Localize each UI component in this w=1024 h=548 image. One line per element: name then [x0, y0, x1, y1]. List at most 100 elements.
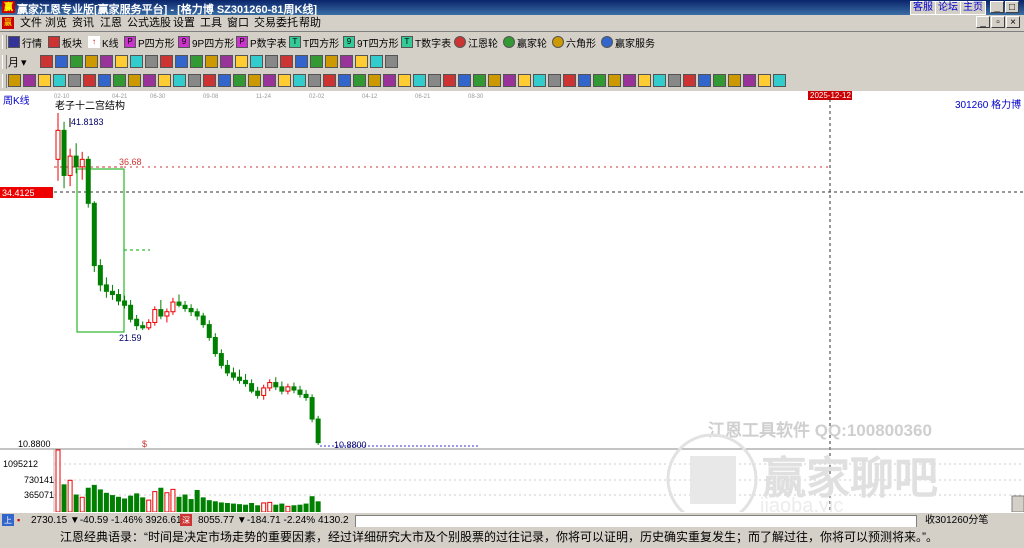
menu-info[interactable]: 资讯 — [72, 16, 94, 30]
index2-icon[interactable]: 深 — [180, 514, 192, 526]
mdi-close-button[interactable]: × — [1006, 16, 1020, 28]
drawing-tool-icon[interactable] — [368, 74, 381, 87]
drawing-tool-icon[interactable] — [728, 74, 741, 87]
period-tool-icon[interactable] — [160, 55, 173, 68]
period-tool-icon[interactable] — [265, 55, 278, 68]
menu-window[interactable]: 窗口 — [227, 16, 249, 30]
drawing-tool-icon[interactable] — [323, 74, 336, 87]
mdi-minimize-button[interactable]: _ — [976, 16, 990, 28]
drawing-tool-icon[interactable] — [713, 74, 726, 87]
period-tool-icon[interactable] — [280, 55, 293, 68]
drawing-tool-icon[interactable] — [503, 74, 516, 87]
drawing-tool-icon[interactable] — [698, 74, 711, 87]
kline-chart[interactable]: 02-10 04-21 06-30 09-08 11-24 02-02 04-12 06-21… — [0, 91, 1024, 525]
drawing-tool-icon[interactable] — [428, 74, 441, 87]
drawing-tool-icon[interactable] — [413, 74, 426, 87]
maximize-button[interactable]: □ — [1005, 1, 1019, 13]
menu-trading[interactable]: 交易委托 — [254, 16, 298, 30]
drawing-tool-icon[interactable] — [308, 74, 321, 87]
period-tool-icon[interactable] — [145, 55, 158, 68]
toolbar-gann-wheel-button[interactable]: 江恩轮 — [454, 35, 498, 50]
drawing-tool-icon[interactable] — [593, 74, 606, 87]
drawing-tool-icon[interactable] — [473, 74, 486, 87]
menu-help[interactable]: 帮助 — [299, 16, 321, 30]
menu-tools[interactable]: 工具 — [200, 16, 222, 30]
toolbar-winner-wheel-button[interactable]: 赢家轮 — [503, 35, 547, 50]
drawing-tool-icon[interactable] — [98, 74, 111, 87]
period-tool-icon[interactable] — [355, 55, 368, 68]
drawing-tool-icon[interactable] — [233, 74, 246, 87]
menu-file[interactable]: 文件 — [20, 16, 42, 30]
period-tool-icon[interactable] — [310, 55, 323, 68]
mdi-restore-button[interactable]: ▫ — [991, 16, 1005, 28]
chart-scroll-button[interactable] — [1011, 495, 1024, 513]
index1-quote[interactable]: 2730.15 ▼-40.59 -1.46% 3926.61亿 — [31, 514, 192, 527]
drawing-tool-icon[interactable] — [488, 74, 501, 87]
drawing-tool-icon[interactable] — [188, 74, 201, 87]
toolbar-winner-service-button[interactable]: 赢家服务 — [601, 35, 655, 50]
drawing-tool-icon[interactable] — [383, 74, 396, 87]
drawing-tool-icon[interactable] — [263, 74, 276, 87]
drawing-tool-icon[interactable] — [203, 74, 216, 87]
drawing-tool-icon[interactable] — [158, 74, 171, 87]
drawing-tool-icon[interactable] — [683, 74, 696, 87]
period-tool-icon[interactable] — [40, 55, 53, 68]
index2-quote[interactable]: 8055.77 ▼-184.71 -2.24% 4130.2 — [198, 514, 349, 527]
drawing-tool-icon[interactable] — [743, 74, 756, 87]
toolbar-t-square-button[interactable]: T T四方形 — [289, 35, 339, 50]
period-tool-icon[interactable] — [130, 55, 143, 68]
drawing-tool-icon[interactable] — [548, 74, 561, 87]
drawing-tool-icon[interactable] — [128, 74, 141, 87]
drawing-tool-icon[interactable] — [773, 74, 786, 87]
link-homepage[interactable]: 主页 — [960, 1, 986, 15]
drawing-tool-icon[interactable] — [458, 74, 471, 87]
period-tool-icon[interactable] — [295, 55, 308, 68]
period-tool-icon[interactable] — [115, 55, 128, 68]
drawing-tool-icon[interactable] — [23, 74, 36, 87]
drawing-tool-icon[interactable] — [398, 74, 411, 87]
toolbar-sector-button[interactable]: 板块 — [48, 35, 82, 50]
toolbar-9t-square-button[interactable]: 9 9T四方形 — [343, 35, 399, 50]
toolbar-hexagon-button[interactable]: 六角形 — [552, 35, 596, 50]
drawing-tool-icon[interactable] — [758, 74, 771, 87]
drawing-tool-icon[interactable] — [623, 74, 636, 87]
period-tool-icon[interactable] — [325, 55, 338, 68]
drawing-tool-icon[interactable] — [353, 74, 366, 87]
drawing-tool-icon[interactable] — [563, 74, 576, 87]
toolbar-kline-button[interactable]: ↑ K线 — [88, 35, 119, 50]
period-tool-icon[interactable] — [235, 55, 248, 68]
drawing-tool-icon[interactable] — [173, 74, 186, 87]
toolbar-p-table-button[interactable]: P P数字表 — [236, 35, 287, 50]
drawing-tool-icon[interactable] — [293, 74, 306, 87]
period-tool-icon[interactable] — [55, 55, 68, 68]
drawing-tool-icon[interactable] — [533, 74, 546, 87]
drawing-tool-icon[interactable] — [578, 74, 591, 87]
period-tool-icon[interactable] — [385, 55, 398, 68]
toolbar-t-table-button[interactable]: T T数字表 — [401, 35, 451, 50]
toolbar-quotes-button[interactable]: 行情 — [8, 35, 42, 50]
period-tool-icon[interactable] — [340, 55, 353, 68]
drawing-tool-icon[interactable] — [248, 74, 261, 87]
toolbar-p-square-button[interactable]: P P四方形 — [124, 35, 175, 50]
drawing-tool-icon[interactable] — [218, 74, 231, 87]
drawing-tool-icon[interactable] — [143, 74, 156, 87]
period-tool-icon[interactable] — [85, 55, 98, 68]
link-forum[interactable]: 论坛 — [935, 1, 961, 15]
drawing-tool-icon[interactable] — [83, 74, 96, 87]
period-select[interactable]: 月 ▾ — [8, 55, 27, 70]
drawing-tool-icon[interactable] — [68, 74, 81, 87]
drawing-tool-icon[interactable] — [443, 74, 456, 87]
chart-area[interactable]: 02-10 04-21 06-30 09-08 11-24 02-02 04-12 06-21… — [0, 91, 1024, 525]
link-customer-service[interactable]: 客服 — [910, 1, 936, 15]
minimize-button[interactable]: _ — [990, 1, 1004, 13]
period-tool-icon[interactable] — [250, 55, 263, 68]
period-tool-icon[interactable] — [175, 55, 188, 68]
drawing-tool-icon[interactable] — [278, 74, 291, 87]
period-tool-icon[interactable] — [370, 55, 383, 68]
drawing-tool-icon[interactable] — [38, 74, 51, 87]
drawing-tool-icon[interactable] — [518, 74, 531, 87]
menu-gann[interactable]: 江恩 — [100, 16, 122, 30]
menu-formula-picker[interactable]: 公式选股 — [127, 16, 171, 30]
drawing-tool-icon[interactable] — [653, 74, 666, 87]
drawing-tool-icon[interactable] — [668, 74, 681, 87]
